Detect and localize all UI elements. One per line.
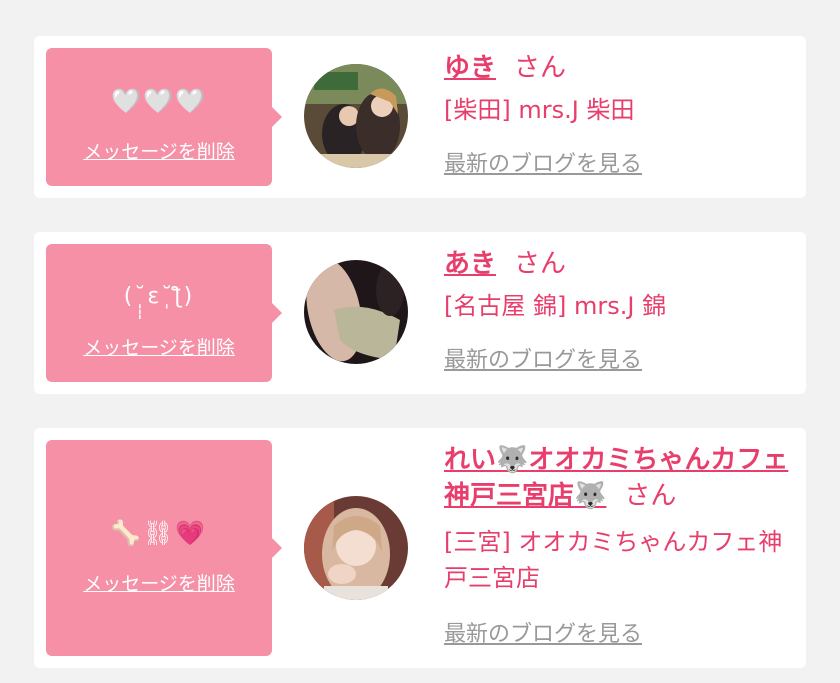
- sender-name-link[interactable]: あき: [444, 249, 496, 279]
- shop-name: [名古屋 錦] mrs.J 錦: [444, 292, 667, 320]
- latest-blog-link[interactable]: 最新のブログを見る: [444, 150, 642, 180]
- honorific: さん: [624, 481, 677, 511]
- message-card: (˘̩̩̩ε˘̩ƪ) メッセージを削除 あき さん [名古屋 錦] mrs.J 錦…: [34, 232, 806, 394]
- latest-blog-link[interactable]: 最新のブログを見る: [444, 620, 642, 650]
- message-card: 🦴⛓💗 メッセージを削除 れい🐺オオカミちゃんカフェ神戸三宮店🐺 さん [三宮] …: [34, 428, 806, 668]
- shop-name: [三宮] オオカミちゃんカフェ神戸三宮店: [444, 528, 783, 592]
- sender-name-line: あき さん: [444, 246, 786, 282]
- latest-blog-link[interactable]: 最新のブログを見る: [444, 346, 642, 376]
- avatar[interactable]: [304, 64, 408, 168]
- avatar[interactable]: [304, 260, 408, 364]
- message-text: 🤍🤍🤍: [111, 87, 207, 115]
- message-bubble: 🤍🤍🤍 メッセージを削除: [46, 48, 282, 186]
- sender-name-line: ゆき さん: [444, 50, 786, 86]
- sender-name-line: れい🐺オオカミちゃんカフェ神戸三宮店🐺 さん: [444, 442, 789, 514]
- delete-message-link[interactable]: メッセージを削除: [46, 572, 272, 596]
- message-text: (˘̩̩̩ε˘̩ƪ): [123, 284, 195, 309]
- honorific: さん: [514, 53, 567, 83]
- sender-name-link[interactable]: れい🐺オオカミちゃんカフェ神戸三宮店🐺: [444, 445, 788, 511]
- honorific: さん: [514, 249, 567, 279]
- delete-message-link[interactable]: メッセージを削除: [46, 140, 272, 164]
- avatar[interactable]: [304, 496, 408, 600]
- shop-name: [柴田] mrs.J 柴田: [444, 96, 635, 124]
- sender-name-link[interactable]: ゆき: [444, 53, 496, 83]
- message-card: 🤍🤍🤍 メッセージを削除 ゆき さん [柴田] mrs.J 柴田 最新のブログを見…: [34, 36, 806, 198]
- message-text: 🦴⛓💗: [110, 519, 208, 547]
- delete-message-link[interactable]: メッセージを削除: [46, 336, 272, 360]
- message-bubble: (˘̩̩̩ε˘̩ƪ) メッセージを削除: [46, 244, 282, 382]
- message-bubble: 🦴⛓💗 メッセージを削除: [46, 440, 282, 656]
